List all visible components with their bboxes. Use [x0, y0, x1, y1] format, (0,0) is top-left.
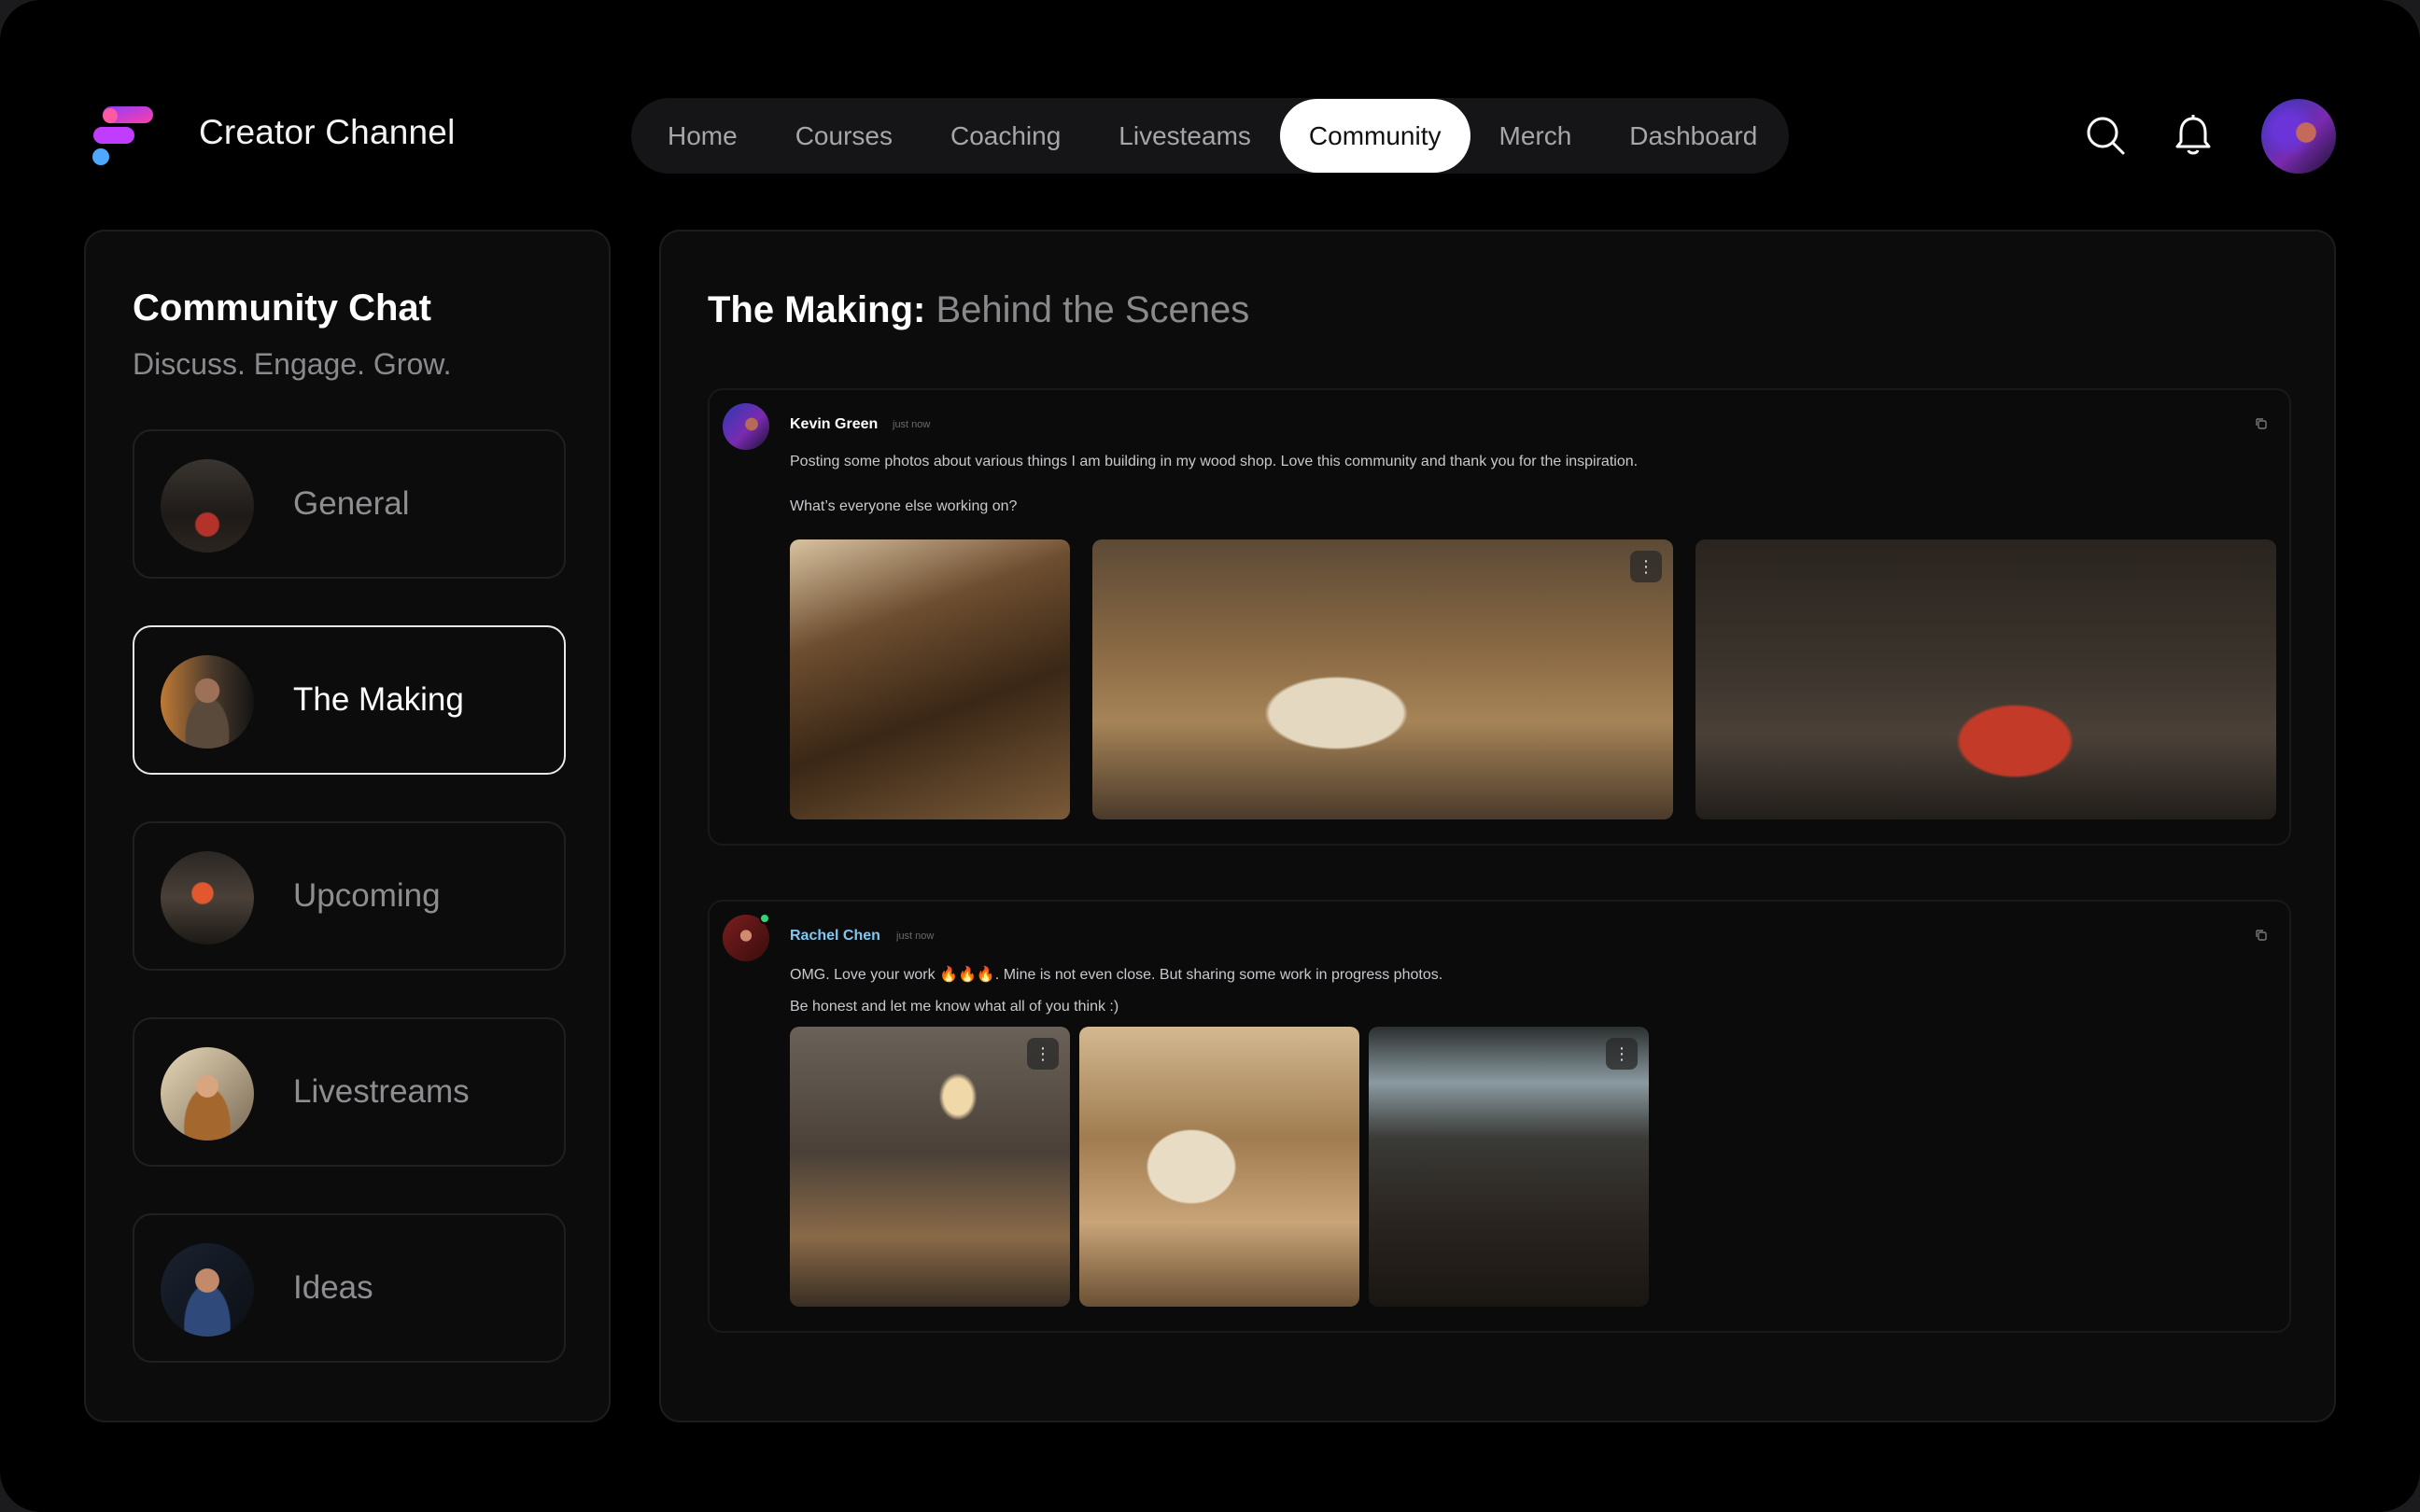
- image-menu-button[interactable]: ⋮: [1630, 551, 1662, 582]
- sidebar-subtitle: Discuss. Engage. Grow.: [133, 347, 452, 381]
- bell-icon[interactable]: [2170, 112, 2216, 159]
- post-author[interactable]: Rachel Chen: [790, 928, 880, 945]
- channel-upcoming[interactable]: Upcoming: [133, 821, 566, 971]
- main-nav: Home Courses Coaching Livesteams Communi…: [631, 98, 1789, 174]
- main-panel: The Making: Behind the Scenes Kevin Gree…: [659, 230, 2336, 1422]
- post-time: just now: [896, 931, 935, 942]
- post-avatar[interactable]: [723, 403, 769, 450]
- channel-thumbnail: [161, 1243, 254, 1337]
- post-image[interactable]: ⋮: [790, 1027, 1070, 1307]
- user-avatar[interactable]: [2261, 99, 2336, 174]
- channel-thumbnail: [161, 655, 254, 749]
- online-status-indicator: [759, 913, 770, 924]
- post-image[interactable]: ⋮: [1369, 1027, 1649, 1307]
- post-time: just now: [893, 419, 931, 430]
- channel-thumbnail: [161, 1047, 254, 1141]
- copy-icon[interactable]: [2254, 416, 2269, 431]
- nav-merch[interactable]: Merch: [1470, 98, 1601, 174]
- nav-home[interactable]: Home: [639, 98, 767, 174]
- post-text-line: OMG. Love your work 🔥🔥🔥. Mine is not eve…: [790, 967, 1443, 983]
- channel-label: Upcoming: [293, 877, 441, 914]
- channel-thumbnail: [161, 459, 254, 553]
- nav-community[interactable]: Community: [1279, 99, 1470, 173]
- app-window: Creator Channel Home Courses Coaching Li…: [0, 0, 2420, 1512]
- post-card: Rachel Chen just now OMG. Love your work…: [708, 900, 2291, 1333]
- post-author[interactable]: Kevin Green: [790, 416, 878, 433]
- channel-thumbnail: [161, 851, 254, 945]
- nav-coaching[interactable]: Coaching: [922, 98, 1090, 174]
- search-icon[interactable]: [2082, 112, 2129, 159]
- channel-label: Livestreams: [293, 1073, 470, 1110]
- nav-livesteams[interactable]: Livesteams: [1090, 98, 1280, 174]
- nav-courses[interactable]: Courses: [767, 98, 922, 174]
- post-text-line: What’s everyone else working on?: [790, 498, 1018, 514]
- channel-label: General: [293, 485, 410, 522]
- app-title: Creator Channel: [199, 113, 456, 151]
- post-image[interactable]: ⋮: [1092, 539, 1673, 819]
- channel-label: The Making: [293, 681, 464, 718]
- channel-label: Ideas: [293, 1269, 373, 1306]
- sidebar-title: Community Chat: [133, 287, 431, 329]
- copy-icon[interactable]: [2254, 928, 2269, 943]
- channel-livestreams[interactable]: Livestreams: [133, 1017, 566, 1167]
- channel-the-making[interactable]: The Making: [133, 625, 566, 775]
- channel-ideas[interactable]: Ideas: [133, 1213, 566, 1363]
- post-text-line: Be honest and let me know what all of yo…: [790, 999, 1119, 1015]
- nav-dashboard[interactable]: Dashboard: [1600, 98, 1786, 174]
- page-title-light: Behind the Scenes: [936, 289, 1250, 330]
- post-image[interactable]: [790, 539, 1070, 819]
- page-title-strong: The Making:: [708, 289, 926, 330]
- channel-general[interactable]: General: [133, 429, 566, 579]
- post-card: Kevin Green just now Posting some photos…: [708, 388, 2291, 846]
- page-title: The Making: Behind the Scenes: [708, 289, 1249, 331]
- image-menu-button[interactable]: ⋮: [1606, 1038, 1638, 1070]
- post-image[interactable]: [1079, 1027, 1359, 1307]
- sidebar: Community Chat Discuss. Engage. Grow. Ge…: [84, 230, 611, 1422]
- post-text-line: Posting some photos about various things…: [790, 454, 1639, 469]
- image-menu-button[interactable]: ⋮: [1027, 1038, 1059, 1070]
- post-image[interactable]: [1695, 539, 2276, 819]
- logo-icon[interactable]: [90, 105, 155, 166]
